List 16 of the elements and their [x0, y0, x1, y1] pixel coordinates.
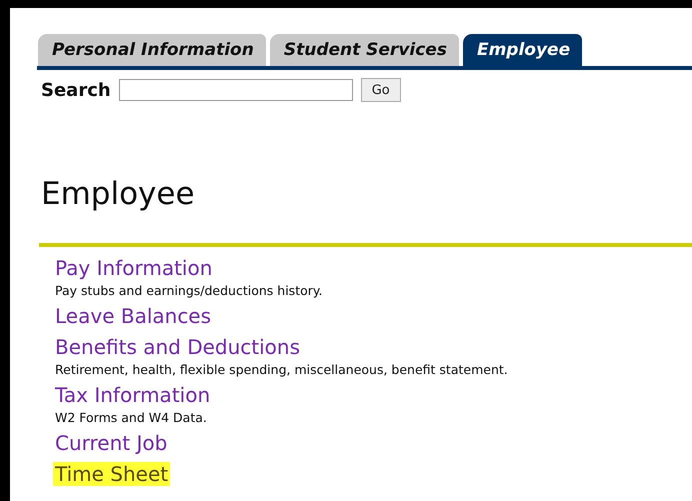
- menu-description: W2 Forms and W4 Data.: [55, 410, 208, 427]
- tab[interactable]: Student Services: [270, 34, 459, 66]
- menu-link[interactable]: Time Sheet: [53, 462, 170, 486]
- menu-link[interactable]: Tax Information: [55, 382, 210, 406]
- menu-link[interactable]: Current Job: [55, 430, 168, 454]
- menu-link[interactable]: Benefits and Deductions: [55, 334, 300, 358]
- menu-link[interactable]: Leave Balances: [55, 304, 212, 328]
- tab[interactable]: Personal Information: [38, 34, 266, 66]
- search-label: Search: [41, 80, 111, 100]
- go-button[interactable]: Go: [360, 78, 401, 102]
- menu-link[interactable]: Pay Information: [55, 256, 212, 280]
- tab[interactable]: Employee: [462, 34, 582, 66]
- menu-description: Pay stubs and earnings/deductions history.: [55, 283, 324, 300]
- search-field[interactable]: [118, 79, 353, 101]
- menu-description: Retirement, health, flexible spending, miscellaneous, benefit statement.: [55, 362, 509, 379]
- page-heading: Employee: [41, 175, 196, 214]
